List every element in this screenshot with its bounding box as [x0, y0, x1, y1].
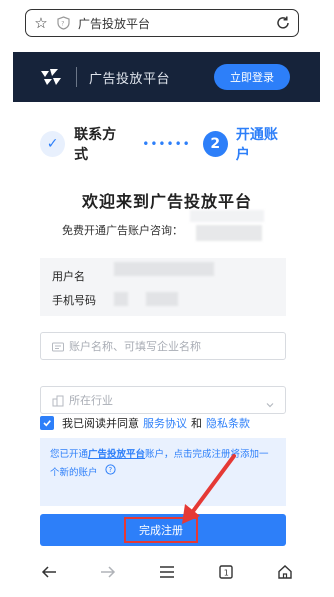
redacted-strip — [190, 210, 264, 222]
chevron-down-icon — [265, 395, 275, 408]
brand-logo-icon — [38, 65, 64, 89]
step-dots: •••••• — [142, 137, 191, 151]
star-icon[interactable]: ☆ — [28, 14, 54, 32]
service-agreement-link[interactable]: 服务协议 — [143, 415, 187, 431]
svg-text:?: ? — [61, 21, 64, 28]
browser-navbar: 1 — [0, 546, 334, 597]
address-url: 广告投放平台 — [78, 16, 151, 31]
help-icon[interactable]: ? — [104, 464, 116, 482]
step2-label: 开通账户 — [235, 127, 278, 163]
step1-label: 联系方式 — [74, 127, 117, 163]
building-icon — [51, 393, 65, 407]
notice-box: 您已开通广告投放平台账户，点击完成注册将添加一个新的账户 ? — [40, 438, 286, 506]
header-title: 广告投放平台 — [89, 71, 171, 87]
forward-arrow-icon[interactable] — [93, 557, 123, 587]
step2-number: 2 — [202, 131, 228, 157]
username-label: 用户名 — [52, 270, 85, 283]
phone-label: 手机号码 — [52, 294, 96, 307]
redacted-phone-2 — [146, 292, 178, 306]
agree-prefix: 我已阅读并同意 — [62, 417, 139, 430]
address-bar[interactable]: ☆ ? 广告投放平台 — [25, 9, 299, 37]
agreement-row: 我已阅读并同意 服务协议 和 隐私条款 — [40, 414, 250, 432]
tabs-icon[interactable]: 1 — [211, 557, 241, 587]
notice-platform-link[interactable]: 广告投放平台 — [88, 449, 145, 460]
login-button[interactable]: 立即登录 — [214, 64, 290, 90]
svg-text:1: 1 — [224, 568, 229, 577]
consult-label: 免费开通广告账户咨询： — [62, 224, 183, 237]
home-icon[interactable] — [270, 557, 300, 587]
red-arrow-annotation — [182, 454, 236, 524]
step-indicator: ✓ 联系方式 •••••• 2 开通账户 — [40, 127, 290, 163]
step1-check-icon: ✓ — [40, 131, 66, 157]
menu-icon[interactable] — [152, 557, 182, 587]
privacy-link[interactable]: 隐私条款 — [206, 415, 250, 431]
shield-icon[interactable]: ? — [54, 14, 72, 32]
agree-checkbox[interactable] — [40, 416, 54, 430]
notice-part1: 您已开通 — [50, 449, 89, 460]
agree-and: 和 — [191, 417, 202, 430]
card-icon — [51, 339, 65, 353]
svg-text:?: ? — [108, 466, 112, 474]
back-arrow-icon[interactable] — [34, 557, 64, 587]
welcome-heading: 欢迎来到广告投放平台 — [81, 192, 252, 211]
redacted-username — [114, 262, 214, 276]
account-name-placeholder: 账户名称、可填写企业名称 — [69, 340, 201, 353]
industry-select[interactable]: 所在行业 — [40, 386, 286, 414]
site-header: 广告投放平台 立即登录 — [13, 52, 320, 102]
header-divider — [76, 67, 77, 87]
account-name-field[interactable]: 账户名称、可填写企业名称 — [40, 332, 286, 360]
reload-icon[interactable] — [274, 14, 292, 32]
redacted-phone-1 — [114, 292, 128, 306]
redacted-contact — [196, 225, 262, 241]
browser-toolbar: ☆ ? 广告投放平台 — [0, 0, 334, 46]
industry-placeholder: 所在行业 — [69, 394, 113, 407]
